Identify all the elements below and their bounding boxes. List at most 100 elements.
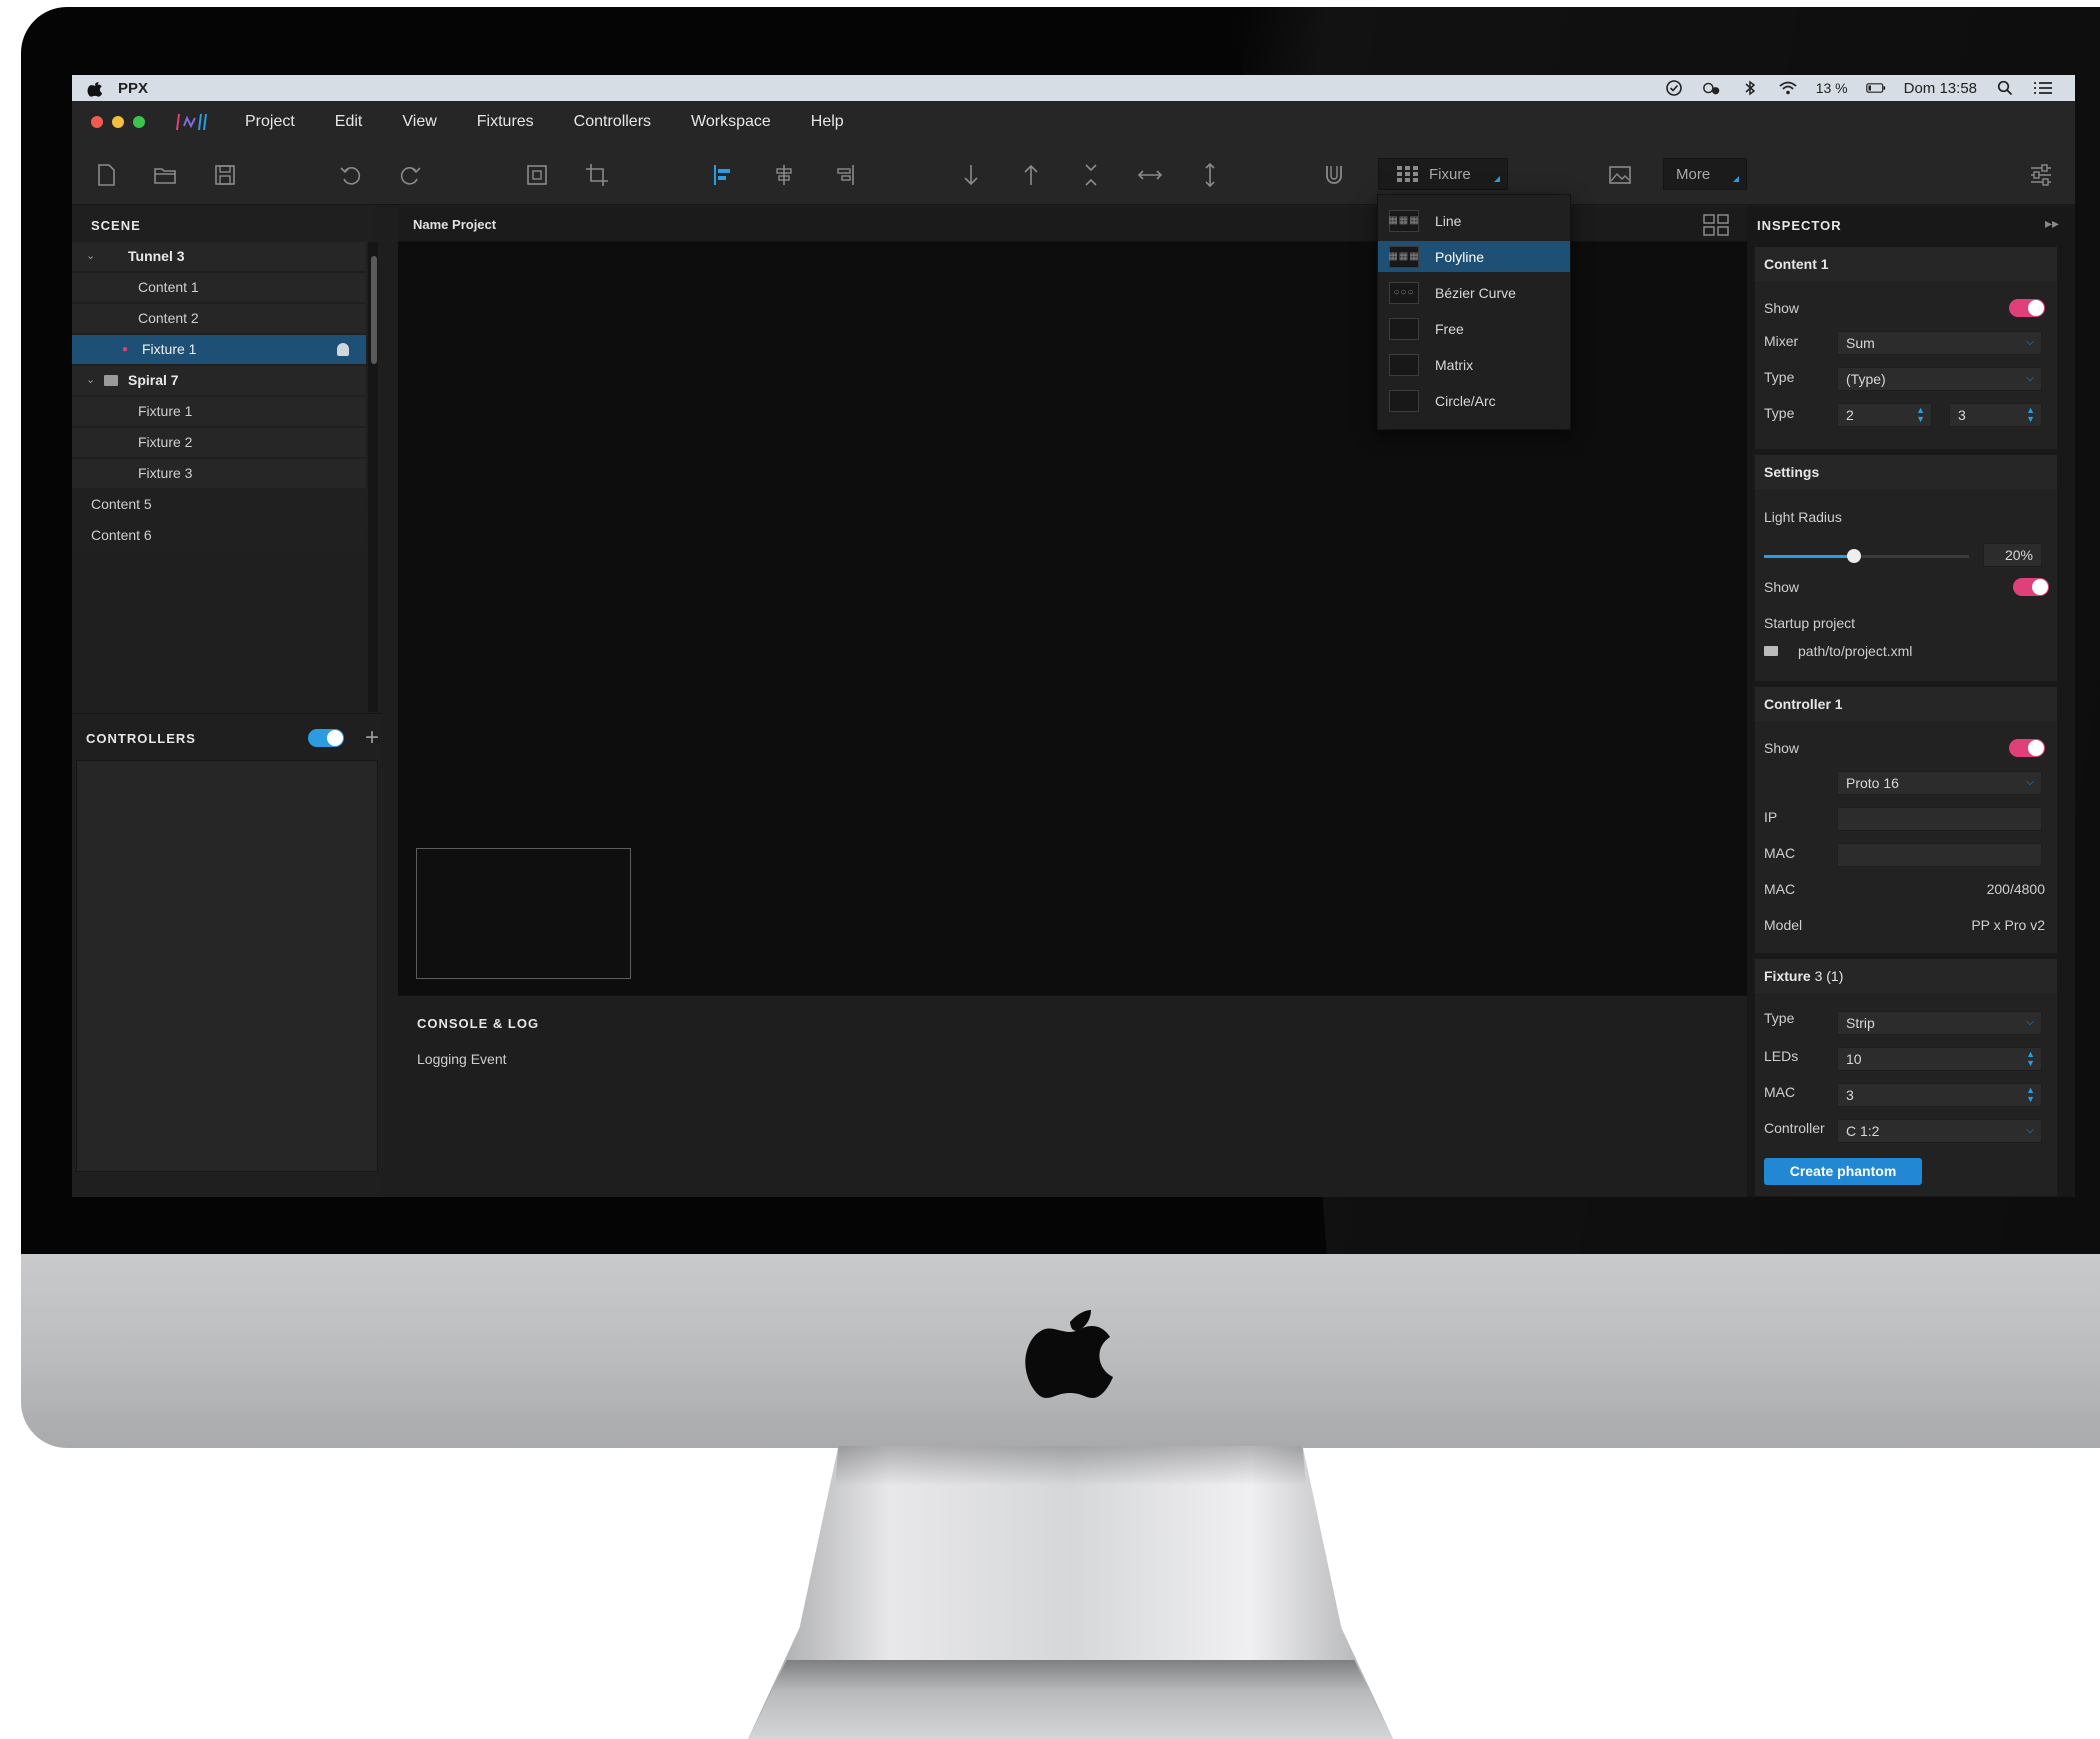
magnet-icon[interactable] <box>1320 161 1348 189</box>
collapse-panel-icon[interactable]: ▸▸ <box>2045 215 2059 232</box>
create-phantom-button[interactable]: Create phantom <box>1764 1158 1922 1185</box>
controllers-toggle[interactable] <box>308 729 344 747</box>
more-button[interactable]: More <box>1663 158 1747 190</box>
grid-view-icon[interactable] <box>1703 214 1729 236</box>
fixture-type-select[interactable]: Fixure <box>1378 158 1508 190</box>
arrow-down-icon[interactable] <box>957 161 985 189</box>
vertical-arrows-icon[interactable] <box>1196 161 1224 189</box>
minimap[interactable] <box>416 848 631 979</box>
fixture-mac-stepper[interactable]: 3 ▲ ▼ <box>1837 1083 2042 1107</box>
crop-icon[interactable] <box>583 161 611 189</box>
menu-fixtures[interactable]: Fixtures <box>457 113 554 131</box>
arrow-up-icon[interactable] <box>1017 161 1045 189</box>
image-icon[interactable] <box>1606 161 1634 189</box>
menu-workspace[interactable]: Workspace <box>671 113 791 131</box>
dropdown-item-free[interactable]: Free <box>1378 313 1570 344</box>
align-left-icon[interactable] <box>710 161 738 189</box>
dropdown-item-circle-arc[interactable]: Circle/Arc <box>1378 385 1570 416</box>
menubar-clock[interactable]: Dom 13:58 <box>1904 80 1977 97</box>
controller-show-toggle[interactable] <box>2009 739 2045 757</box>
minimize-window-button[interactable] <box>112 116 124 128</box>
controllers-panel: CONTROLLERS + <box>72 713 382 1197</box>
wifi-icon[interactable] <box>1778 80 1798 96</box>
type-select[interactable]: (Type) ⌵ <box>1837 367 2042 391</box>
leds-stepper[interactable]: 10 ▲ ▼ <box>1837 1047 2042 1071</box>
settings-sliders-icon[interactable] <box>2027 161 2055 189</box>
battery-icon[interactable] <box>1865 80 1886 96</box>
save-icon[interactable] <box>211 161 239 189</box>
stepper-icon[interactable]: ▲ ▼ <box>2026 406 2035 424</box>
tree-row-content-5[interactable]: Content 5 <box>72 490 366 519</box>
menu-controllers[interactable]: Controllers <box>554 113 671 131</box>
list-icon[interactable] <box>2033 80 2053 96</box>
tree-row-fixture-1[interactable]: Fixture 1 <box>72 397 366 426</box>
ip-input[interactable] <box>1837 807 2042 831</box>
new-file-icon[interactable] <box>92 161 120 189</box>
tree-row-content-2[interactable]: Content 2 <box>72 304 366 333</box>
content-show-toggle[interactable] <box>2009 299 2045 317</box>
sync-icon[interactable] <box>1702 80 1722 96</box>
chevron-down-icon[interactable]: ⌄ <box>86 242 95 271</box>
settings-show-toggle[interactable] <box>2013 578 2049 596</box>
dropdown-corner-icon <box>1733 176 1739 182</box>
align-right-icon[interactable] <box>830 161 858 189</box>
controllers-title: CONTROLLERS <box>86 731 196 746</box>
bluetooth-icon[interactable] <box>1740 80 1760 96</box>
horizontal-arrows-icon[interactable] <box>1136 161 1164 189</box>
align-center-icon[interactable] <box>770 161 798 189</box>
folder-icon <box>104 375 118 386</box>
type2-stepper-a[interactable]: 2 ▲ ▼ <box>1837 403 1932 427</box>
search-icon[interactable] <box>1995 80 2015 96</box>
add-controller-icon[interactable]: + <box>365 724 379 752</box>
close-window-button[interactable] <box>91 116 103 128</box>
apple-logo-icon <box>1025 1310 1113 1398</box>
check-circle-icon[interactable] <box>1664 80 1684 96</box>
dropdown-item-polyline[interactable]: ▦▦▦ Polyline <box>1378 241 1570 272</box>
tree-row-label: Content 1 <box>138 279 199 295</box>
tree-row-fixture-1-selected[interactable]: ● Fixture 1 <box>72 335 366 364</box>
stepper-icon[interactable]: ▲ ▼ <box>2026 1086 2035 1104</box>
stepper-icon[interactable]: ▲ ▼ <box>2026 1050 2035 1068</box>
open-folder-icon[interactable] <box>151 161 179 189</box>
dropdown-item-bezier-curve[interactable]: ○○○ Bézier Curve <box>1378 277 1570 308</box>
collapse-vertical-icon[interactable] <box>1077 161 1105 189</box>
light-radius-value-field[interactable]: 20% <box>1983 543 2042 567</box>
menu-project[interactable]: Project <box>225 113 315 131</box>
stepper-icon[interactable]: ▲ ▼ <box>1916 406 1925 424</box>
apple-icon[interactable] <box>72 79 118 97</box>
undo-icon[interactable] <box>337 161 365 189</box>
controller-model-select[interactable]: Proto 16 ⌵ <box>1837 771 2042 795</box>
mac-input[interactable] <box>1837 843 2042 867</box>
mixer-select[interactable]: Sum ⌵ <box>1837 331 2042 355</box>
chevron-down-icon: ⌵ <box>2026 777 2034 788</box>
menu-help[interactable]: Help <box>791 113 864 131</box>
type-label: Type <box>1764 369 1795 385</box>
dropdown-item-line[interactable]: ▦▦▦ Line <box>1378 205 1570 236</box>
tree-row-tunnel-3[interactable]: ⌄ Tunnel 3 <box>72 242 366 271</box>
fixture-type-field[interactable]: Strip ⌵ <box>1837 1011 2042 1035</box>
more-label: More <box>1676 165 1711 183</box>
ghost-icon[interactable] <box>337 343 349 356</box>
system-app-name[interactable]: PPX <box>118 80 148 97</box>
chevron-down-icon: ⌵ <box>2026 1017 2034 1028</box>
scene-scrollbar-thumb[interactable] <box>371 256 377 364</box>
menu-view[interactable]: View <box>382 113 456 131</box>
slider-knob[interactable] <box>1847 549 1862 563</box>
startup-project-path[interactable]: path/to/project.xml <box>1798 643 1912 659</box>
dropdown-item-matrix[interactable]: Matrix <box>1378 349 1570 380</box>
inspector-title: INSPECTOR <box>1757 218 1842 233</box>
chevron-down-icon[interactable]: ⌄ <box>86 366 95 395</box>
redo-icon[interactable] <box>396 161 424 189</box>
fixture-controller-select[interactable]: C 1:2 ⌵ <box>1837 1119 2042 1143</box>
type2-stepper-b[interactable]: 3 ▲ ▼ <box>1949 403 2042 427</box>
tree-row-content-1[interactable]: Content 1 <box>72 273 366 302</box>
tree-row-content-6[interactable]: Content 6 <box>72 521 366 550</box>
tree-row-spiral-7[interactable]: ⌄ Spiral 7 <box>72 366 366 395</box>
tree-row-fixture-3[interactable]: Fixture 3 <box>72 459 366 488</box>
tree-row-fixture-2[interactable]: Fixture 2 <box>72 428 366 457</box>
mixer-value: Sum <box>1846 335 1875 351</box>
zoom-window-button[interactable] <box>133 116 145 128</box>
menu-edit[interactable]: Edit <box>315 113 383 131</box>
frame-icon[interactable] <box>523 161 551 189</box>
light-radius-slider[interactable] <box>1764 549 1969 563</box>
